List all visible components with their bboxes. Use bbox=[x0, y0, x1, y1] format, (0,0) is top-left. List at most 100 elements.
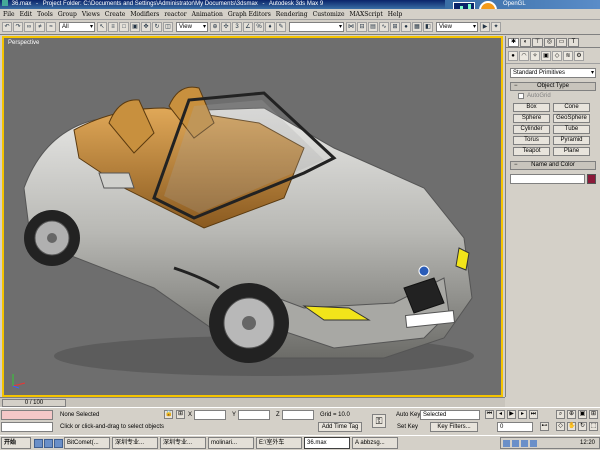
sphere-button[interactable]: Sphere bbox=[513, 114, 550, 123]
teapot-button[interactable]: Teapot bbox=[513, 147, 550, 156]
orbit-icon[interactable]: ↻ bbox=[578, 422, 587, 431]
snaps-toggle-icon[interactable]: 3 bbox=[232, 22, 242, 32]
current-frame-input[interactable]: 0 bbox=[497, 422, 533, 432]
task-browser-1[interactable]: 深圳专业... bbox=[112, 437, 158, 449]
redo-icon[interactable]: ↷ bbox=[13, 22, 23, 32]
timeline-bar[interactable]: 0 / 100 bbox=[0, 397, 505, 407]
autogrid-checkbox[interactable]: AutoGrid bbox=[518, 93, 588, 99]
render-frame-icon[interactable]: ◧ bbox=[423, 22, 433, 32]
menu-create[interactable]: Create bbox=[105, 11, 126, 18]
task-browser-2[interactable]: 深圳专业... bbox=[160, 437, 206, 449]
shapes-icon[interactable]: ◠ bbox=[519, 51, 529, 61]
set-key-icon[interactable]: ⚿ bbox=[372, 414, 386, 428]
task-other[interactable]: A abbzsg... bbox=[352, 437, 398, 449]
select-rotate-icon[interactable]: ↻ bbox=[152, 22, 162, 32]
unlink-icon[interactable]: ≠ bbox=[35, 22, 45, 32]
key-filters-button[interactable]: Key Filters... bbox=[430, 422, 478, 432]
angle-snap-icon[interactable]: ∠ bbox=[243, 22, 253, 32]
undo-icon[interactable]: ↶ bbox=[2, 22, 12, 32]
window-crossing-icon[interactable]: ▣ bbox=[130, 22, 140, 32]
render-view-dropdown[interactable]: View bbox=[436, 22, 478, 32]
menu-maxscript[interactable]: MAXScript bbox=[350, 11, 383, 18]
zoom-extents-all-icon[interactable]: ⊞ bbox=[589, 410, 598, 419]
align-icon[interactable]: ⊟ bbox=[357, 22, 367, 32]
menu-reactor[interactable]: reactor bbox=[164, 11, 186, 18]
menu-help[interactable]: Help bbox=[388, 11, 403, 18]
tray-app-icon[interactable] bbox=[530, 439, 537, 447]
curve-editor-icon[interactable]: ∿ bbox=[379, 22, 389, 32]
quicklaunch-ie-icon[interactable] bbox=[34, 438, 43, 448]
systems-icon[interactable]: ⚙ bbox=[574, 51, 584, 61]
select-by-name-icon[interactable]: ≡ bbox=[108, 22, 118, 32]
maxscript-listener-mini[interactable] bbox=[1, 410, 53, 420]
tray-network-icon[interactable] bbox=[503, 439, 510, 447]
spinner-snap-icon[interactable]: ♦ bbox=[265, 22, 275, 32]
material-editor-icon[interactable]: ● bbox=[401, 22, 411, 32]
menu-animation[interactable]: Animation bbox=[192, 11, 223, 18]
task-3dsmax[interactable]: 36.max bbox=[304, 437, 350, 449]
play-icon[interactable]: ▶ bbox=[507, 410, 516, 419]
mirror-icon[interactable]: ⋈ bbox=[346, 22, 356, 32]
reference-coordinate-dropdown[interactable]: View bbox=[176, 22, 208, 32]
zoom-all-icon[interactable]: ⊕ bbox=[567, 410, 576, 419]
cameras-icon[interactable]: ▣ bbox=[541, 51, 551, 61]
go-to-end-icon[interactable]: ⏭ bbox=[529, 410, 538, 419]
geosphere-button[interactable]: GeoSphere bbox=[553, 114, 590, 123]
selection-filter-dropdown[interactable]: All bbox=[59, 22, 95, 32]
menu-rendering[interactable]: Rendering bbox=[276, 11, 308, 18]
task-folder[interactable]: E:\室外车 bbox=[256, 437, 302, 449]
layer-manager-icon[interactable]: ▤ bbox=[368, 22, 378, 32]
select-object-icon[interactable]: ↖ bbox=[97, 22, 107, 32]
active-shade-icon[interactable]: ✦ bbox=[491, 22, 501, 32]
maximize-viewport-icon[interactable]: ⬚ bbox=[589, 422, 598, 431]
pyramid-button[interactable]: Pyramid bbox=[553, 136, 590, 145]
menu-edit[interactable]: Edit bbox=[20, 11, 33, 18]
perspective-viewport[interactable]: Perspective bbox=[2, 36, 503, 397]
cone-button[interactable]: Cone bbox=[553, 103, 590, 112]
menu-modifiers[interactable]: Modifiers bbox=[130, 11, 159, 18]
menu-views[interactable]: Views bbox=[82, 11, 100, 18]
quicklaunch-desktop-icon[interactable] bbox=[44, 438, 53, 448]
space-warps-icon[interactable]: ≋ bbox=[563, 51, 573, 61]
modify-tab-icon[interactable]: ◐ bbox=[520, 38, 531, 47]
pan-icon[interactable]: ✋ bbox=[567, 422, 576, 431]
menu-file[interactable]: File bbox=[3, 11, 15, 18]
object-color-swatch[interactable] bbox=[587, 174, 596, 184]
object-type-rollout[interactable]: Object Type bbox=[510, 82, 596, 91]
menu-group[interactable]: Group bbox=[58, 11, 77, 18]
auto-key-button[interactable]: Auto Key bbox=[396, 411, 420, 419]
pivot-center-icon[interactable]: ⊕ bbox=[210, 22, 220, 32]
zoom-icon[interactable]: ⌕ bbox=[556, 410, 565, 419]
link-icon[interactable]: ∞ bbox=[24, 22, 34, 32]
key-mode-dropdown[interactable]: Selected bbox=[420, 410, 480, 420]
plane-button[interactable]: Plane bbox=[553, 147, 590, 156]
quick-render-icon[interactable]: ▶ bbox=[480, 22, 490, 32]
object-name-input[interactable] bbox=[510, 174, 586, 184]
name-and-color-rollout[interactable]: Name and Color bbox=[510, 161, 596, 170]
geometry-icon[interactable]: ● bbox=[508, 51, 518, 61]
percent-snap-icon[interactable]: % bbox=[254, 22, 264, 32]
render-setup-icon[interactable]: ▦ bbox=[412, 22, 422, 32]
maxscript-input-mini[interactable] bbox=[1, 422, 53, 432]
autogrid-check-box[interactable] bbox=[518, 93, 524, 99]
edit-named-selection-icon[interactable]: ✎ bbox=[276, 22, 286, 32]
go-to-start-icon[interactable]: ⏮ bbox=[485, 410, 494, 419]
lights-icon[interactable]: ✧ bbox=[530, 51, 540, 61]
display-tab-icon[interactable]: ▭ bbox=[556, 38, 567, 47]
field-of-view-icon[interactable]: ◇ bbox=[556, 422, 565, 431]
start-button[interactable]: 开始 bbox=[1, 437, 31, 449]
primitive-type-dropdown[interactable]: Standard Primitives bbox=[510, 68, 596, 78]
bind-spacewarp-icon[interactable]: ≈ bbox=[46, 22, 56, 32]
zoom-extents-icon[interactable]: ▣ bbox=[578, 410, 587, 419]
prev-frame-icon[interactable]: ◂ bbox=[496, 410, 505, 419]
tray-volume-icon[interactable] bbox=[512, 439, 519, 447]
menu-customize[interactable]: Customize bbox=[313, 11, 345, 18]
task-molinari[interactable]: molinari... bbox=[208, 437, 254, 449]
quicklaunch-media-icon[interactable] bbox=[54, 438, 63, 448]
absolute-transform-icon[interactable]: ⊞ bbox=[176, 410, 185, 419]
selection-region-icon[interactable]: □ bbox=[119, 22, 129, 32]
menu-graph-editors[interactable]: Graph Editors bbox=[228, 11, 271, 18]
tube-button[interactable]: Tube bbox=[553, 125, 590, 134]
helpers-icon[interactable]: ◇ bbox=[552, 51, 562, 61]
y-coord-input[interactable] bbox=[238, 410, 270, 420]
